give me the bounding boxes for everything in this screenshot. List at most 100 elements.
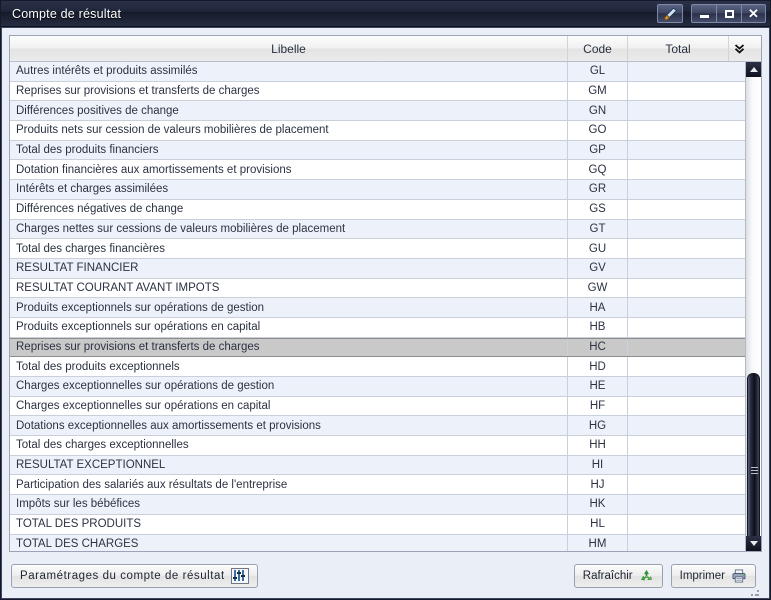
cell-total [628,495,729,514]
column-header-code[interactable]: Code [568,36,628,61]
rafraichir-label: Rafraîchir [582,569,633,582]
parametrages-compte-resultat-button[interactable]: Paramétrages du compte de résultat [11,563,258,588]
cell-code: GL [568,62,628,81]
table-row[interactable]: Total des produits financiers GP [10,140,745,161]
table-row[interactable]: Total des charges exceptionnelles HH [10,436,745,456]
cell-total [628,298,729,317]
cell-total [628,200,729,219]
cell-code: GQ [568,160,628,180]
table-row[interactable]: Produits exceptionnels sur opérations de… [10,298,745,318]
table-row[interactable]: Charges nettes sur cessions de valeurs m… [10,219,745,240]
cell-libelle: Dotation financières aux amortissements … [10,160,568,180]
cell-code: HC [568,338,628,357]
cell-code: GT [568,219,628,239]
cell-total [628,339,729,357]
table-row[interactable]: Total des produits exceptionnels HD [10,357,745,377]
grid-vertical-scrollbar[interactable] [745,62,761,551]
cell-libelle: Total des produits financiers [10,140,568,160]
cell-libelle: Impôts sur les bébéfices [10,495,568,514]
cell-code: HA [568,298,628,317]
scroll-down-button[interactable] [746,536,761,551]
cell-total [628,259,729,278]
table-row[interactable]: Charges exceptionnelles sur opérations d… [10,377,745,397]
cell-total [628,279,729,298]
imprimer-label: Imprimer [679,569,725,582]
cell-code: GO [568,121,628,140]
cell-code: HD [568,357,628,376]
cell-code: HI [568,455,628,475]
minimize-icon [699,14,709,18]
customize-brush-button[interactable] [657,4,683,23]
cell-total [628,456,729,475]
close-button[interactable]: ✕ [741,4,766,23]
cell-total [628,377,729,396]
imprimer-button[interactable]: Imprimer [670,563,756,588]
cell-libelle: TOTAL DES PRODUITS [10,514,568,534]
cell-code: GU [568,239,628,258]
column-header-total[interactable]: Total [628,36,729,61]
cell-code: HB [568,317,628,337]
window-resize-grip[interactable] [750,587,760,597]
cell-code: HJ [568,475,628,495]
grid-header-row: Libelle Code Total [10,36,761,62]
cell-libelle: Différences négatives de change [10,199,568,219]
rafraichir-button[interactable]: Rafraîchir [573,563,663,588]
table-row[interactable]: Charges exceptionnelles sur opérations e… [10,396,745,417]
grid-body: Autres intérêts et produits assimilés GL R… [10,62,761,551]
table-row[interactable]: Produits nets sur cession de valeurs mob… [10,121,745,141]
scroll-up-button[interactable] [746,62,761,77]
cell-libelle: Charges exceptionnelles sur opérations d… [10,377,568,396]
compte-resultat-grid: Libelle Code Total Autres intérêts et pr… [9,35,762,552]
cell-libelle: Total des charges financières [10,239,568,258]
table-row[interactable]: Autres intérêts et produits assimilés GL [10,62,745,82]
minimize-button[interactable] [691,4,716,23]
cell-total [628,82,729,101]
cell-total [628,515,729,534]
cell-total [628,220,729,239]
table-row[interactable]: TOTAL DES CHARGES HM [10,534,745,552]
maximize-icon [724,9,734,18]
cell-code: HL [568,514,628,534]
table-row[interactable]: Impôts sur les bébéfices HK [10,495,745,515]
cell-libelle: Total des produits exceptionnels [10,357,568,376]
table-row[interactable]: Total des charges financières GU [10,239,745,259]
parametrages-label: Paramétrages du compte de résultat [20,569,225,582]
maximize-button[interactable] [716,4,741,23]
cell-libelle: Produits exceptionnels sur opérations de… [10,298,568,317]
window-client-area: Libelle Code Total Autres intérêts et pr… [1,27,770,599]
cell-total [628,397,729,416]
table-row[interactable]: Dotations exceptionnelles aux amortissem… [10,416,745,437]
cell-libelle: Reprises sur provisions et transferts de… [10,338,568,357]
cell-libelle: Charges nettes sur cessions de valeurs m… [10,219,568,239]
table-row[interactable]: Différences négatives de change GS [10,199,745,220]
cell-total [628,101,729,120]
cell-libelle: Produits nets sur cession de valeurs mob… [10,121,568,140]
window-titlebar[interactable]: Compte de résultat ✕ [1,1,770,27]
table-row[interactable]: TOTAL DES PRODUITS HL [10,514,745,535]
table-row[interactable]: Reprises sur provisions et transferts de… [10,337,745,358]
table-row[interactable]: RESULTAT EXCEPTIONNEL HI [10,455,745,476]
table-row[interactable]: Produits exceptionnels sur opérations en… [10,317,745,338]
scrollbar-thumb[interactable] [747,373,760,551]
table-row[interactable]: Reprises sur provisions et transferts de… [10,81,745,102]
cell-total [628,436,729,455]
cell-code: GW [568,278,628,298]
table-row[interactable]: Dotation financières aux amortissements … [10,160,745,181]
scrollbar-grip-icon [751,466,758,475]
column-chooser-button[interactable] [729,36,750,61]
table-row[interactable]: Participation des salariés aux résultats… [10,475,745,496]
cell-libelle: Produits exceptionnels sur opérations en… [10,317,568,337]
table-row[interactable]: RESULTAT COURANT AVANT IMPOTS GW [10,278,745,299]
cell-code: GP [568,140,628,160]
cell-total [628,121,729,140]
cell-total [628,141,729,160]
column-header-libelle[interactable]: Libelle [10,36,568,61]
grid-rows-container: Autres intérêts et produits assimilés GL R… [10,62,745,551]
cell-libelle: Autres intérêts et produits assimilés [10,62,568,81]
cell-total [628,535,729,552]
table-row[interactable]: RESULTAT FINANCIER GV [10,258,745,279]
scrollbar-track[interactable] [746,77,761,551]
table-row[interactable]: Intérêts et charges assimilées GR [10,180,745,200]
table-row[interactable]: Différences positives de change GN [10,101,745,122]
cell-libelle: Reprises sur provisions et transferts de… [10,81,568,101]
